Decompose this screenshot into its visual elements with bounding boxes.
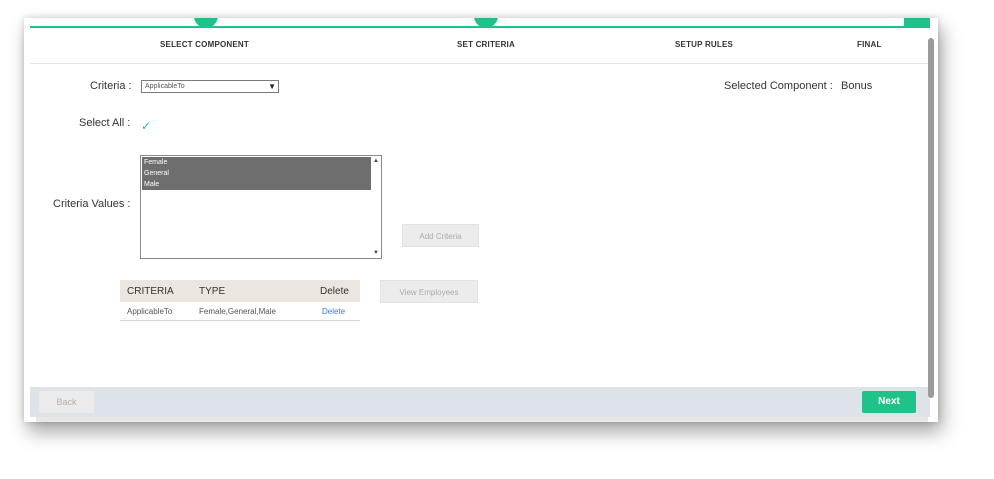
row-criteria: ApplicableTo [127, 307, 173, 316]
wizard-footer: Back Next [30, 387, 930, 417]
vertical-scrollbar[interactable] [928, 38, 934, 398]
selected-component-value: Bonus [841, 80, 873, 92]
wizard-tab-marker [904, 18, 930, 27]
selected-component-label: Selected Component : [724, 80, 833, 92]
scroll-up-icon[interactable]: ▲ [373, 158, 379, 164]
criteria-values-label: Criteria Values : [53, 198, 131, 210]
table-row: ApplicableTo Female,General,Male Delete [120, 302, 360, 321]
header-criteria: CRITERIA [127, 286, 174, 297]
criteria-table-header: CRITERIA TYPE Delete [120, 280, 360, 302]
list-option-female[interactable]: Female [142, 157, 371, 168]
step-final[interactable]: FINAL [857, 40, 882, 49]
delete-link[interactable]: Delete [322, 307, 345, 316]
chevron-down-icon: ▼ [268, 82, 276, 91]
horizontal-scrollbar[interactable] [36, 417, 928, 422]
step-setup-rules[interactable]: SETUP RULES [675, 40, 733, 49]
step-wizard: SELECT COMPONENT SET CRITERIA SETUP RULE… [30, 18, 930, 64]
criteria-select[interactable]: ApplicableTo ▼ [141, 80, 279, 93]
criteria-table: CRITERIA TYPE Delete ApplicableTo Female… [120, 280, 360, 321]
select-all-checkbox[interactable]: ✓ [141, 119, 151, 133]
list-option-male[interactable]: Male [142, 179, 371, 190]
header-delete: Delete [320, 286, 349, 297]
back-button[interactable]: Back [39, 391, 94, 413]
header-type: TYPE [199, 286, 226, 297]
scroll-down-icon[interactable]: ▼ [373, 250, 379, 256]
list-option-general[interactable]: General [142, 168, 371, 179]
step-select-component[interactable]: SELECT COMPONENT [160, 40, 249, 49]
view-employees-button[interactable]: View Employees [380, 280, 478, 303]
step-set-criteria[interactable]: SET CRITERIA [457, 40, 515, 49]
row-type: Female,General,Male [199, 307, 276, 316]
next-button[interactable]: Next [862, 391, 916, 413]
criteria-select-value: ApplicableTo [145, 83, 185, 90]
add-criteria-button[interactable]: Add Criteria [402, 224, 479, 247]
select-all-label: Select All : [79, 117, 131, 129]
criteria-label: Criteria : [90, 80, 132, 92]
wizard-panel: SELECT COMPONENT SET CRITERIA SETUP RULE… [24, 18, 938, 422]
criteria-values-listbox[interactable]: Female General Male ▲ ▼ [140, 155, 382, 259]
